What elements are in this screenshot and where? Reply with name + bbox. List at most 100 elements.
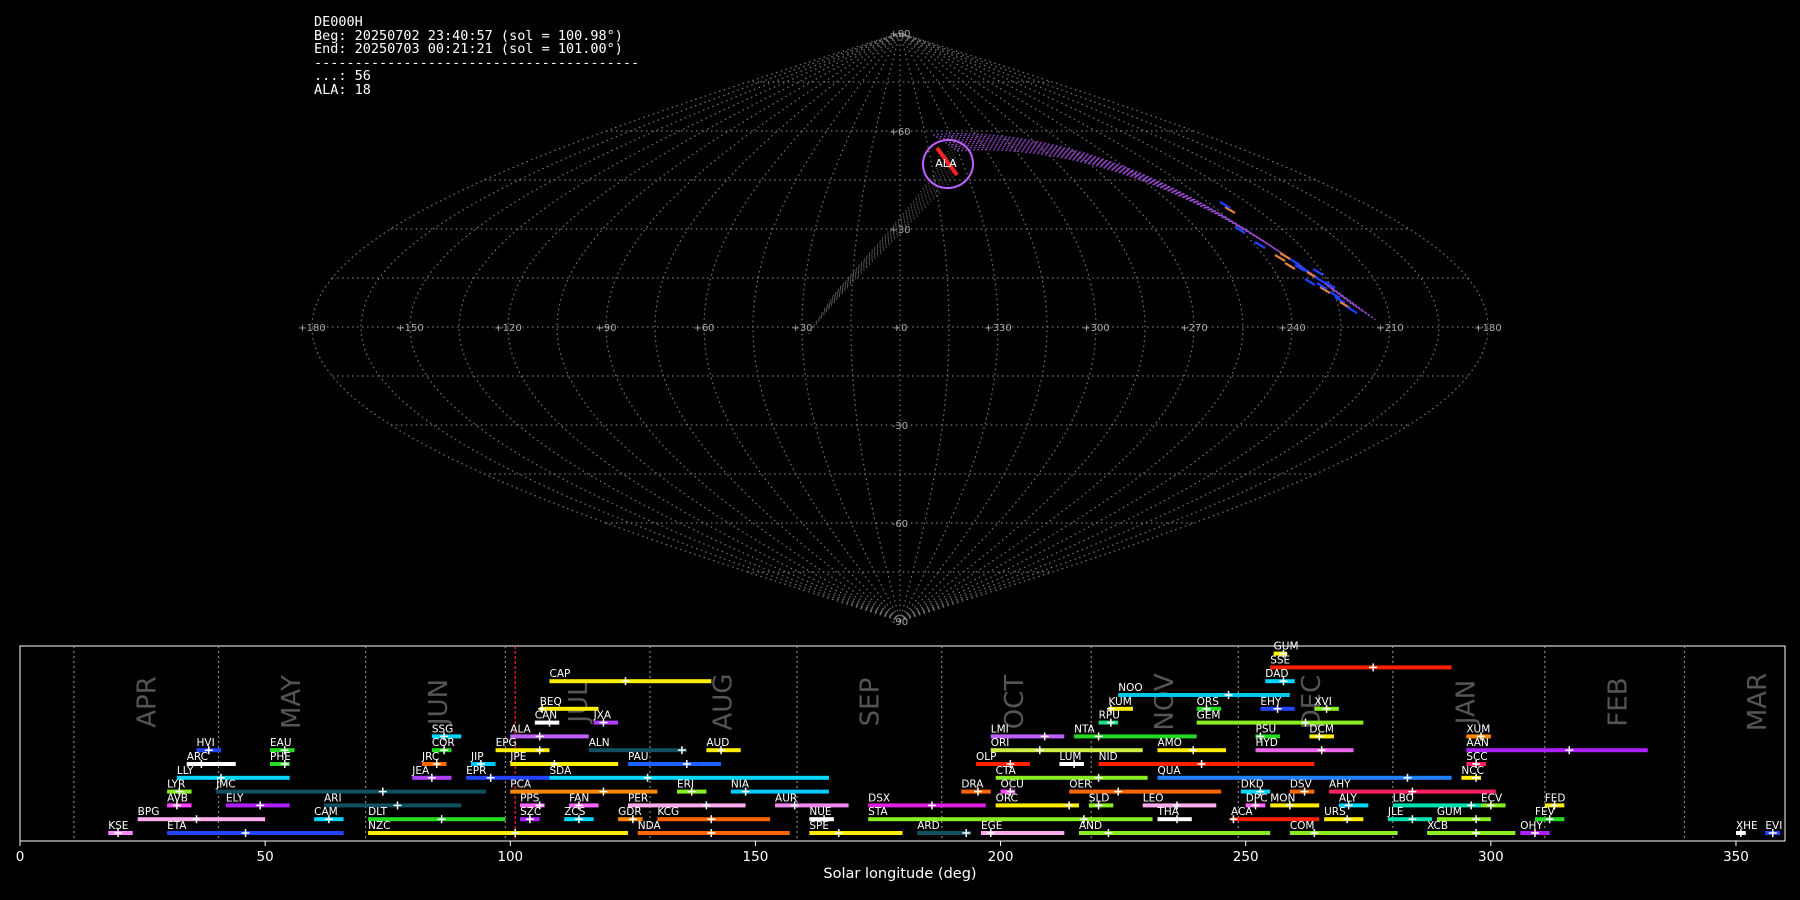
meteor-trail xyxy=(950,144,1372,318)
shower-label: OLP xyxy=(976,751,996,763)
shower-label: KCG xyxy=(657,806,679,818)
month-label: NOV xyxy=(1150,673,1180,730)
shower-label: PER xyxy=(628,792,648,804)
shower-label: RPU xyxy=(1099,710,1120,722)
month-label: MAR xyxy=(1743,673,1773,731)
longitude-label: +180 xyxy=(1474,323,1501,334)
latitude-label: -90 xyxy=(892,617,908,628)
latitude-label: -30 xyxy=(892,421,908,432)
shower-label: NZC xyxy=(368,820,390,832)
shower-label: GUM xyxy=(1437,806,1462,818)
shower-label: AHY xyxy=(1329,779,1351,791)
shower-bar xyxy=(216,789,486,794)
shower-label: LEO xyxy=(1143,792,1164,804)
x-tick-label: 100 xyxy=(497,849,523,865)
shower-bar xyxy=(1196,720,1364,725)
month-label: MAY xyxy=(277,675,307,729)
longitude-label: +300 xyxy=(1082,323,1109,334)
longitude-label: +210 xyxy=(1376,323,1403,334)
longitude-label: +150 xyxy=(396,323,423,334)
longitude-label: +0 xyxy=(893,323,908,334)
shower-bar xyxy=(1270,665,1452,670)
shower-bar xyxy=(368,831,628,835)
shower-label: SDA xyxy=(550,765,573,777)
meteor-trail-faint xyxy=(808,177,956,335)
meteor-detection xyxy=(1346,306,1358,314)
shower-label: LYR xyxy=(167,779,185,791)
shower-label: FED xyxy=(1545,792,1566,804)
shower-label: EGE xyxy=(981,820,1002,832)
shower-label: LBO xyxy=(1393,792,1414,804)
shower-label: OHY xyxy=(1520,820,1543,832)
shower-label: STA xyxy=(868,806,888,818)
month-label: SEP xyxy=(856,678,886,727)
shower-label: NIA xyxy=(731,779,750,791)
meteor-detection xyxy=(1254,241,1266,249)
shower-label: ACA xyxy=(1231,806,1253,818)
shower-label: GEM xyxy=(1197,710,1221,722)
shower-label: DKD xyxy=(1241,779,1264,791)
shower-label: QUA xyxy=(1157,765,1181,777)
shower-label: JRC xyxy=(421,751,439,763)
shower-label: SZC xyxy=(520,806,541,818)
meteor-trail xyxy=(935,134,1357,308)
meteor-trail xyxy=(932,132,1354,306)
shower-label: LLY xyxy=(177,765,194,777)
month-label: JAN xyxy=(1451,680,1481,726)
shower-label: PPS xyxy=(520,792,540,804)
shower-label: CAP xyxy=(550,668,571,680)
shower-label: ARC xyxy=(187,751,208,763)
shower-label: LMI xyxy=(991,723,1009,735)
shower-label: KSE xyxy=(108,820,128,832)
shower-label: DSX xyxy=(868,792,890,804)
shower-label: AND xyxy=(1079,820,1102,832)
shower-bar xyxy=(1466,748,1648,753)
longitude-label: +30 xyxy=(791,323,812,334)
meteor-detection xyxy=(1312,268,1324,276)
shower-label: ORC xyxy=(996,792,1018,804)
shower-label: ALY xyxy=(1339,792,1358,804)
shower-bar xyxy=(167,831,344,835)
shower-label: EPR xyxy=(466,765,486,777)
shower-label: THA xyxy=(1156,806,1179,818)
shower-label: COM xyxy=(1290,820,1315,832)
meteor-trail xyxy=(941,138,1363,312)
shower-label: NOO xyxy=(1118,682,1142,694)
shower-label: GUM xyxy=(1274,641,1299,653)
shower-bar xyxy=(868,817,1153,822)
meridian-line xyxy=(360,32,901,622)
shower-label: ARI xyxy=(324,792,342,804)
radiant-label: ALA xyxy=(935,157,957,170)
shower-label: PCA xyxy=(510,779,532,791)
shower-label: HVI xyxy=(197,737,215,749)
latitude-label: -60 xyxy=(892,519,908,530)
meteor-trail-faint xyxy=(810,172,956,331)
shower-bar xyxy=(549,679,712,684)
shower-label: DAD xyxy=(1265,668,1288,680)
month-label: JUL xyxy=(564,681,594,725)
shower-label: AUR xyxy=(775,792,797,804)
shower-label: SPE xyxy=(809,820,829,832)
shower-label: GDR xyxy=(618,806,642,818)
shower-label: CTA xyxy=(996,765,1017,777)
latitude-label: +60 xyxy=(889,127,910,138)
shower-label: NTA xyxy=(1074,723,1095,735)
month-label: JUN xyxy=(424,679,454,727)
shower-label: EVI xyxy=(1765,820,1782,832)
shower-label: BPG xyxy=(138,806,160,818)
meteor-detection xyxy=(1289,258,1301,266)
x-tick-label: 250 xyxy=(1233,849,1259,865)
shower-label: ARD xyxy=(917,820,940,832)
shower-label: NID xyxy=(1099,751,1118,763)
shower-label: EPG xyxy=(496,737,517,749)
longitude-label: +60 xyxy=(693,323,714,334)
shower-label: DRA xyxy=(961,779,984,791)
x-tick-label: 150 xyxy=(743,849,769,865)
shower-label: AMO xyxy=(1157,737,1182,749)
shower-label: FAN xyxy=(569,792,589,804)
shower-label: SCC xyxy=(1466,751,1487,763)
month-label: APR xyxy=(132,676,162,728)
shower-bar xyxy=(323,803,462,808)
shower-label: DLT xyxy=(368,806,387,818)
shower-label: XVI xyxy=(1314,696,1331,708)
